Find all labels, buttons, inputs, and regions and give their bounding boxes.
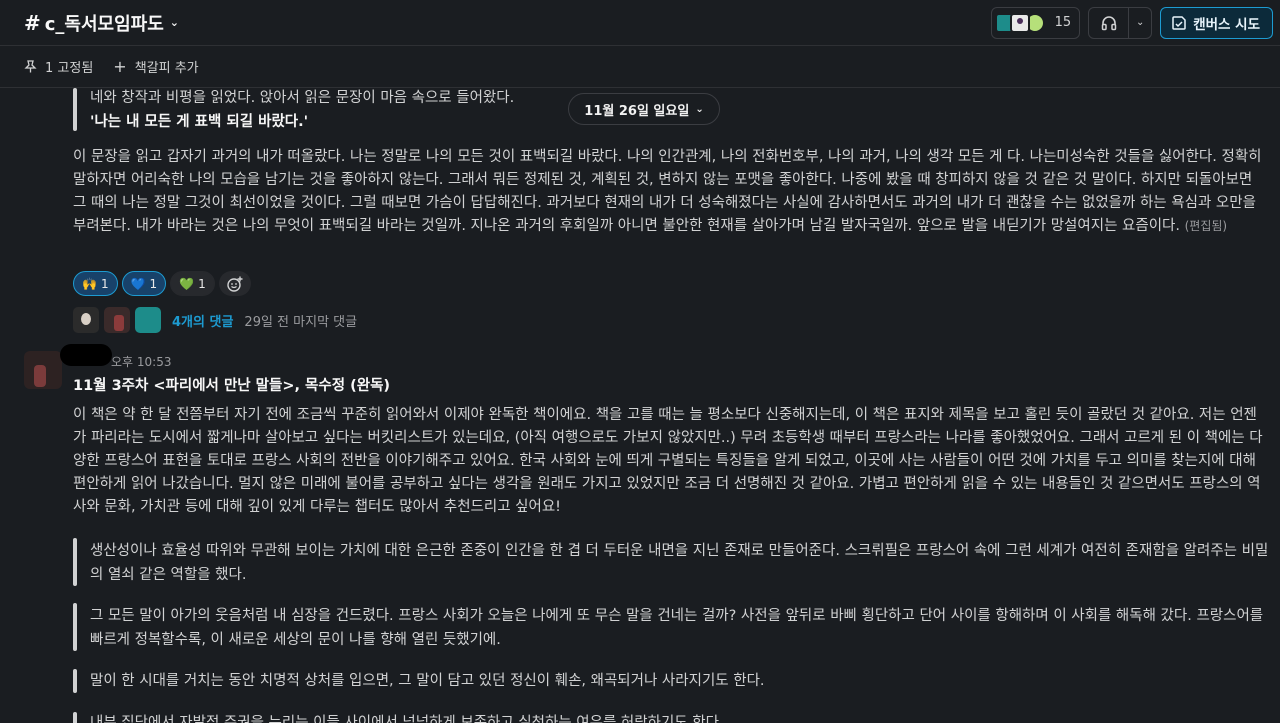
bookmarks-bar: 1 고정됨 + 책갈피 추가 [0,45,1280,88]
reply-avatar [135,307,161,333]
blockquote: 말이 한 시대를 거치는 동안 치명적 상처를 입으면, 그 말이 담고 있던 … [90,673,765,689]
add-emoji-icon [227,276,243,292]
add-reaction-button[interactable] [218,271,251,296]
chevron-down-icon: ⌄ [695,103,704,115]
plus-icon: + [113,57,127,76]
redacted-username [60,344,112,366]
reaction-count: 1 [100,276,109,291]
message-body: 이 문장을 읽고 갑자기 과거의 내가 떠올랐다. 나는 정말로 나의 모든 것… [73,146,1266,238]
reaction-count: 1 [149,276,158,291]
quote-bar [73,603,77,651]
edited-label: (편집됨) [1184,219,1228,233]
pinned-button[interactable]: 1 고정됨 [24,57,93,76]
quote-bar [73,669,77,693]
chevron-down-icon: ⌄ [169,16,180,29]
message-timestamp[interactable]: 오후 10:53 [111,353,171,370]
reaction-blue-heart[interactable]: 💙 1 [121,271,167,296]
blockquote: 내부 집단에서 자발적 주권을 누리는 이들 사이에서 넉넉하게 보존하고 실천… [90,715,724,723]
avatar[interactable] [24,351,62,389]
raised-hands-emoji-icon: 🙌 [82,276,97,291]
reaction-green-heart[interactable]: 💚 1 [170,271,215,296]
member-count: 15 [1054,15,1072,30]
message-body: 이 책은 약 한 달 전쯤부터 자기 전에 조금씩 꾸준히 읽어와서 이제야 완… [73,404,1266,519]
thread-last-reply: 29일 전 마지막 댓글 [244,314,358,330]
message-title: 11월 3주차 <파리에서 만난 말들>, 목수정 (완독) [73,378,391,394]
canvas-button-label: 캔버스 시도 [1193,16,1260,33]
reactions-bar: 🙌 1 💙 1 💚 1 [73,271,251,296]
members-button[interactable]: 15 [990,6,1081,39]
channel-name: c_독서모임파도 [44,13,164,35]
canvas-button[interactable]: 캔버스 시도 [1160,6,1273,39]
huddle-control: ⌄ [1088,6,1153,39]
date-divider-button[interactable]: 11월 26일 일요일 ⌄ [568,93,720,125]
blockquote: 생산성이나 효율성 따위와 무관해 보이는 가치에 대한 은근한 존중이 인간을… [90,543,1269,583]
add-bookmark-button[interactable]: + 책갈피 추가 [113,57,198,76]
quote-bar [73,538,77,586]
pinned-label: 1 고정됨 [45,61,94,76]
pin-icon [24,60,37,73]
quote-bar [73,712,77,723]
headphones-icon [1101,15,1116,30]
date-divider-label: 11월 26일 일요일 [584,103,690,119]
green-heart-emoji-icon: 💚 [179,276,195,291]
blue-heart-emoji-icon: 💙 [130,276,146,291]
message-text: 이 문장을 읽고 갑자기 과거의 내가 떠올랐다. 나는 정말로 나의 모든 것… [73,149,1262,234]
huddle-button[interactable] [1089,7,1130,38]
reply-avatar [104,307,130,333]
channel-header: # c_독서모임파도 ⌄ 15 ⌄ 캔버스 시도 [0,0,1280,45]
reply-avatar [73,307,99,333]
canvas-icon [1172,15,1186,30]
quote-bar [73,88,77,131]
chevron-down-icon: ⌄ [1135,17,1145,28]
reaction-count: 1 [198,276,206,291]
reaction-raised-hands[interactable]: 🙌 1 [73,271,118,296]
channel-hash-icon: # [24,10,41,35]
huddle-options-button[interactable]: ⌄ [1129,8,1151,38]
member-avatar [1009,12,1030,33]
blockquote: 그 모든 말이 아가의 웃음처럼 내 심장을 건드렸다. 프랑스 사회가 오늘은… [90,608,1264,648]
thread-summary[interactable]: 4개의 댓글 29일 전 마지막 댓글 [73,307,357,333]
thread-replies-link[interactable]: 4개의 댓글 [172,311,233,330]
header-actions: 15 ⌄ 캔버스 시도 [990,6,1273,39]
add-bookmark-label: 책갈피 추가 [134,61,199,76]
channel-name-button[interactable]: # c_독서모임파도 ⌄ [24,10,179,36]
message-text: 이 책은 약 한 달 전쯤부터 자기 전에 조금씩 꾸준히 읽어와서 이제야 완… [73,407,1263,515]
